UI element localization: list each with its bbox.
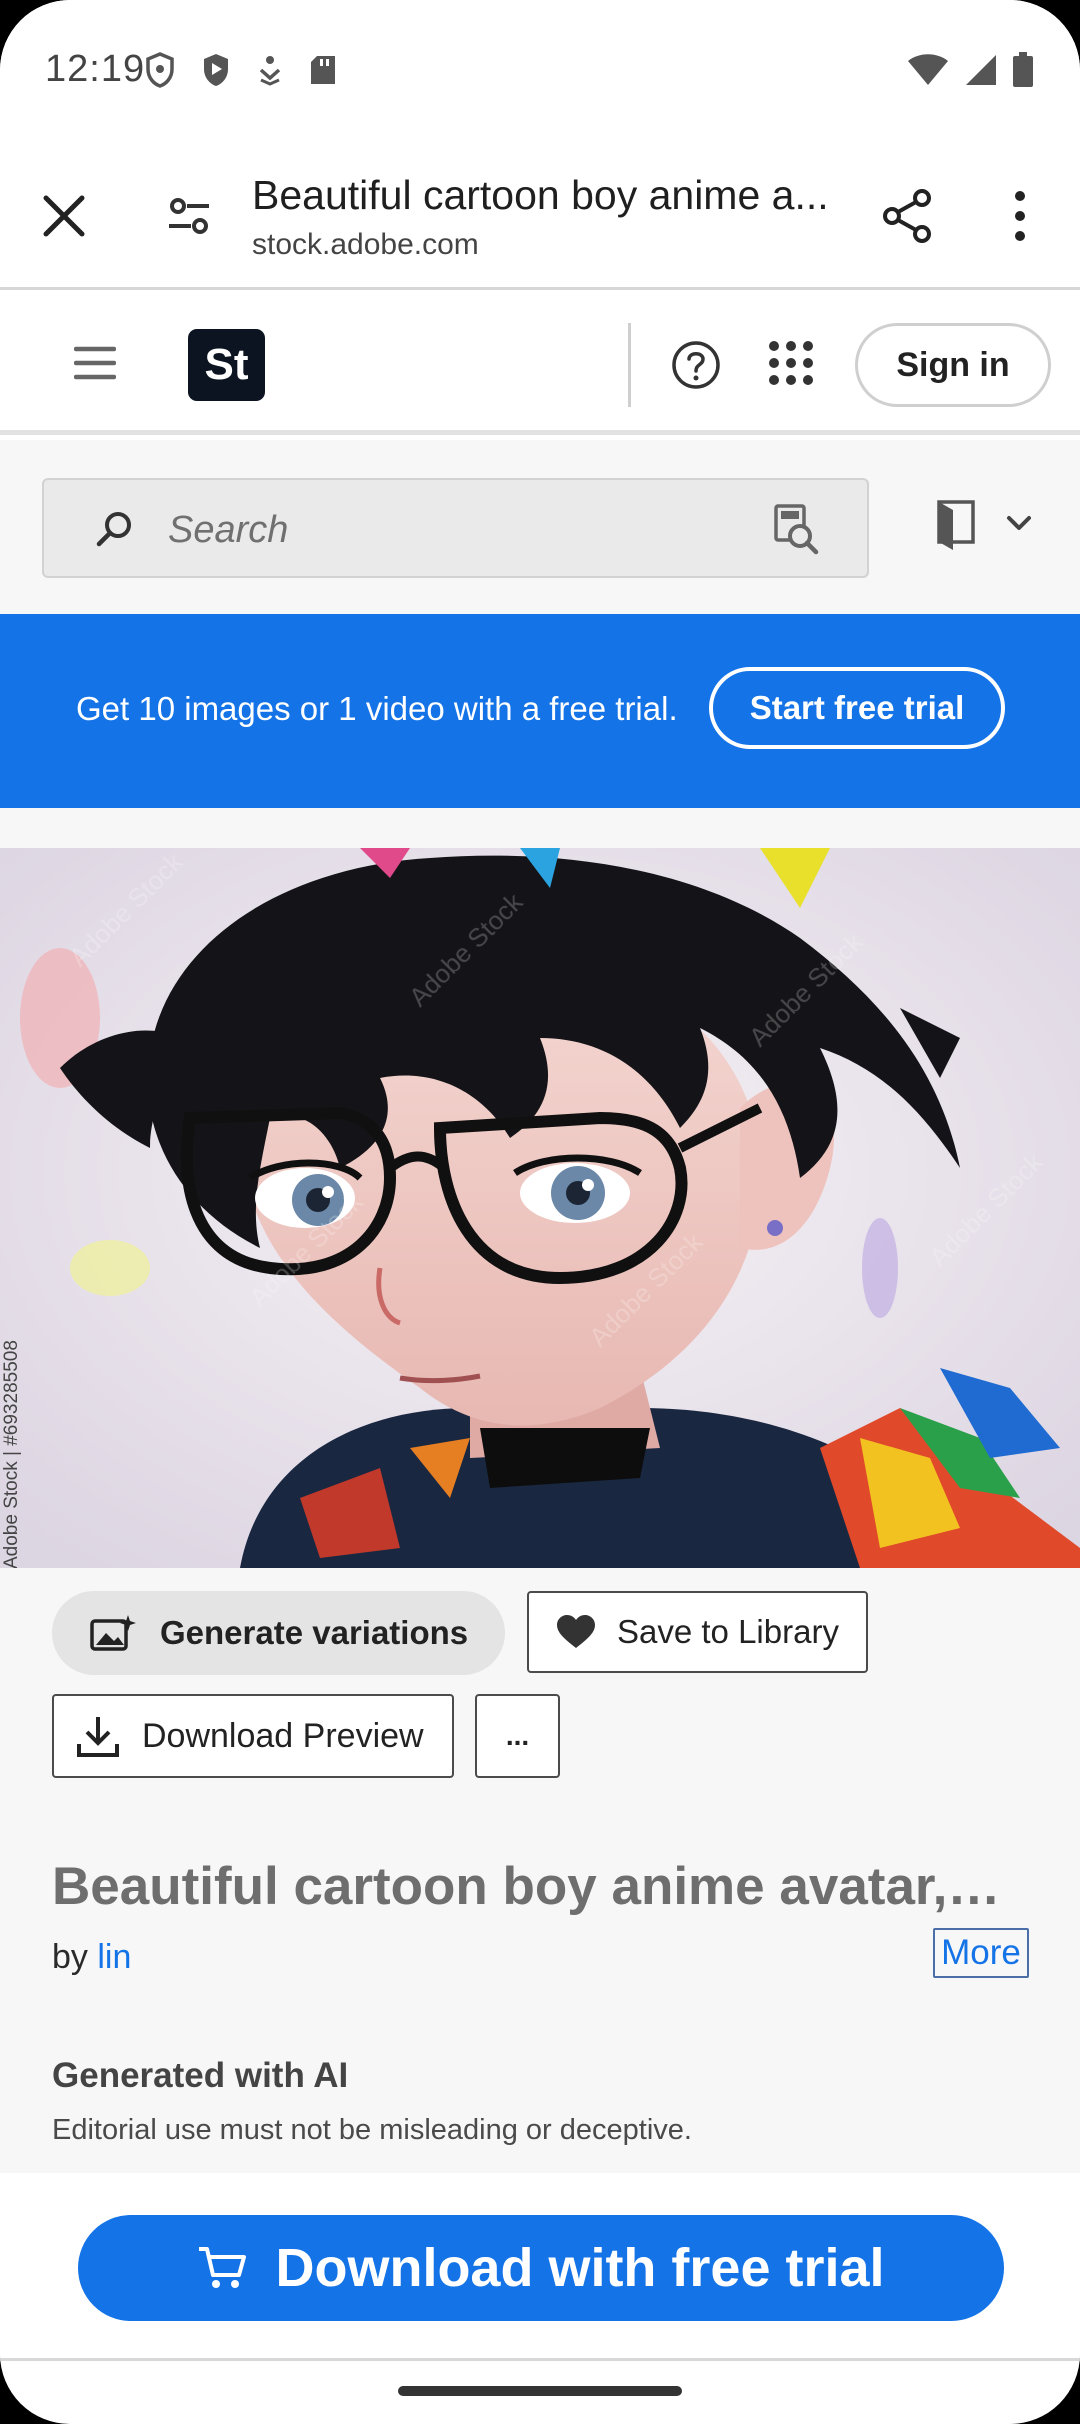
- asset-title: Beautiful cartoon boy anime avatar, y...: [52, 1857, 1012, 1916]
- help-icon[interactable]: [671, 340, 721, 390]
- asset-detail: Adobe Stock Adobe Stock Adobe Stock Adob…: [0, 808, 1080, 2173]
- page-url: stock.adobe.com: [252, 228, 479, 261]
- more-actions-button[interactable]: ...: [475, 1694, 560, 1778]
- asset-preview-image[interactable]: Adobe Stock Adobe Stock Adobe Stock Adob…: [0, 848, 1080, 1568]
- generate-variations-label: Generate variations: [160, 1614, 469, 1651]
- search-box[interactable]: [42, 478, 869, 578]
- close-icon[interactable]: [38, 190, 90, 242]
- save-to-library-button[interactable]: Save to Library: [527, 1591, 868, 1673]
- free-trial-banner: Get 10 images or 1 video with a free tri…: [0, 614, 1080, 808]
- download-with-free-trial-button[interactable]: Download with free trial: [78, 2215, 1004, 2321]
- browser-toolbar: Beautiful cartoon boy anime a... stock.a…: [0, 150, 1080, 290]
- header-divider: [628, 323, 631, 407]
- apps-grid-icon[interactable]: [768, 340, 814, 386]
- anime-boy-illustration: Adobe Stock Adobe Stock Adobe Stock Adob…: [0, 848, 1080, 1568]
- image-sparkle-icon: [90, 1615, 136, 1651]
- sd-card-icon: [311, 56, 335, 84]
- screen: 12:19 Beautiful cartoon boy anime a... s…: [0, 0, 1080, 2424]
- page-title: Beautiful cartoon boy anime a...: [252, 172, 829, 218]
- status-icons-left: [145, 52, 337, 88]
- download-icon: [77, 1717, 119, 1757]
- status-icons-right: [906, 52, 1034, 88]
- share-icon[interactable]: [880, 188, 936, 244]
- status-bar: 12:19: [0, 0, 1080, 140]
- search-input[interactable]: [168, 506, 728, 554]
- download-with-free-trial-label: Download with free trial: [275, 2238, 885, 2298]
- ai-note: Editorial use must not be misleading or …: [52, 2114, 692, 2146]
- battery-icon: [1013, 52, 1033, 87]
- overflow-menu-icon[interactable]: [1000, 188, 1040, 244]
- visual-search-icon[interactable]: [772, 504, 820, 556]
- adobe-stock-logo[interactable]: St: [188, 329, 265, 401]
- status-time: 12:19: [45, 48, 146, 90]
- generate-variations-button[interactable]: Generate variations: [52, 1591, 505, 1675]
- shield-filled-icon: [204, 54, 228, 86]
- ai-heading: Generated with AI: [52, 2056, 349, 2095]
- author-link[interactable]: lin: [97, 1938, 131, 1976]
- site-header: St Sign in: [0, 293, 1080, 435]
- page-info-icon[interactable]: [165, 192, 213, 240]
- download-preview-label: Download Preview: [142, 1716, 424, 1755]
- gesture-nav-handle[interactable]: [398, 2386, 682, 2396]
- shield-outline-icon: [146, 52, 174, 88]
- download-preview-button[interactable]: Download Preview: [52, 1694, 454, 1778]
- hamburger-menu-icon[interactable]: [74, 343, 116, 383]
- content-type-dropdown[interactable]: [935, 494, 1035, 554]
- start-free-trial-button[interactable]: Start free trial: [709, 667, 1005, 749]
- wifi-icon: [908, 54, 948, 85]
- signal-icon: [966, 55, 996, 85]
- person-download-icon: [259, 56, 281, 86]
- heart-icon: [557, 1615, 595, 1648]
- cart-icon: [199, 2247, 247, 2288]
- author-line: by lin: [52, 1938, 131, 1977]
- bottom-cta-bar: Download with free trial: [0, 2173, 1080, 2361]
- save-to-library-label: Save to Library: [617, 1613, 839, 1650]
- banner-text: Get 10 images or 1 video with a free tri…: [76, 690, 678, 727]
- search-row: [0, 440, 1080, 614]
- sign-in-button[interactable]: Sign in: [855, 323, 1051, 407]
- author-prefix: by: [52, 1938, 88, 1976]
- search-icon: [96, 512, 131, 547]
- more-button[interactable]: More: [933, 1928, 1029, 1978]
- watermark-id: Adobe Stock | #693285508: [1, 1340, 22, 1568]
